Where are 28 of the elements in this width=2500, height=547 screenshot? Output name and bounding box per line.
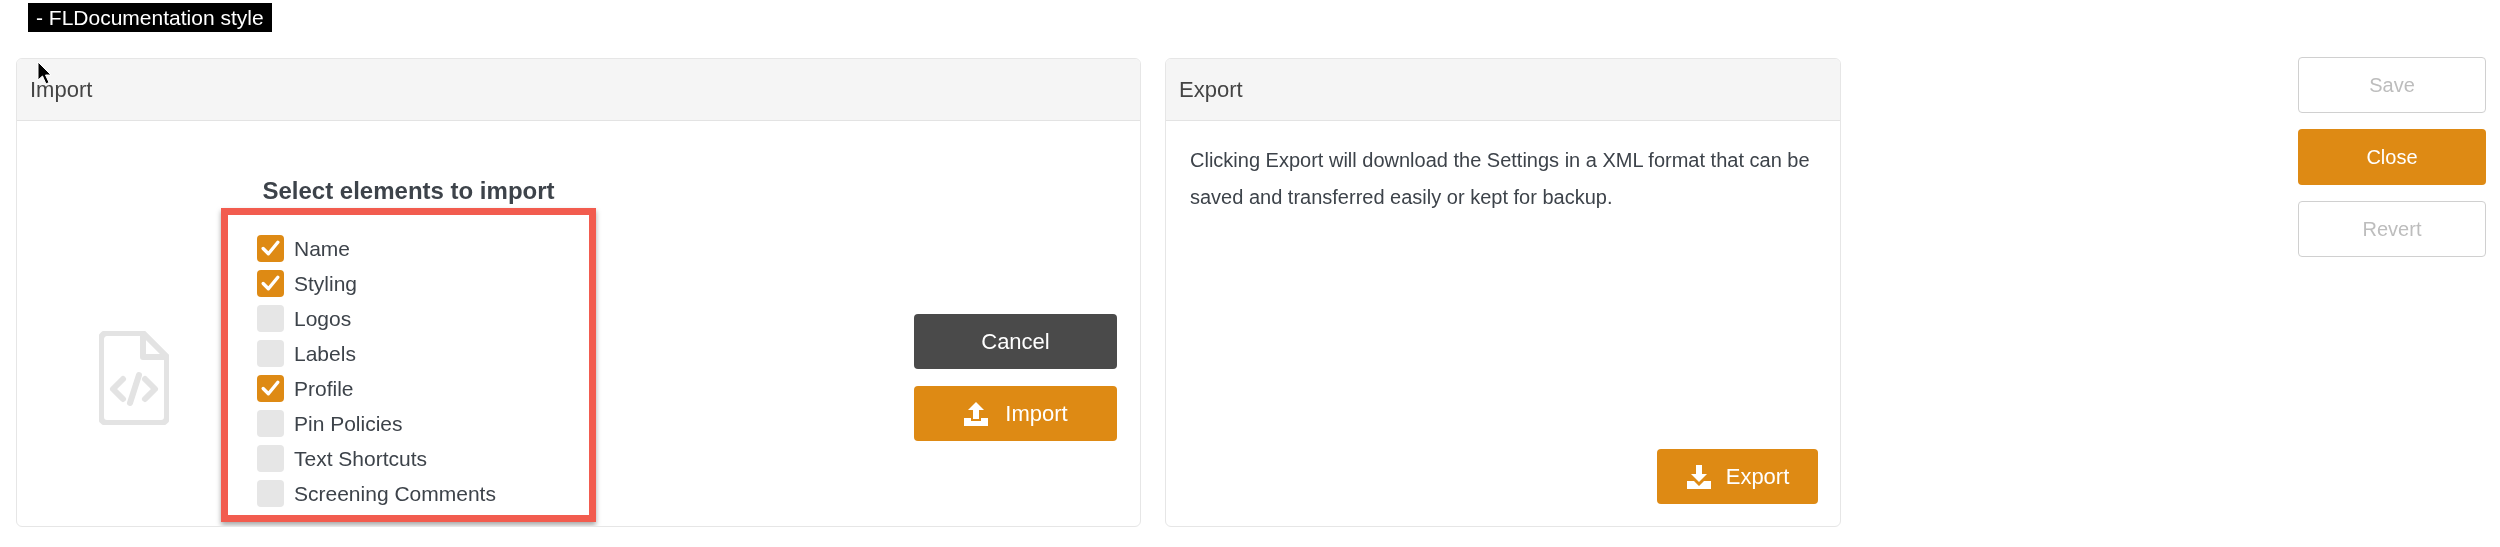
export-button[interactable]: Export [1657,449,1818,504]
checkbox-label: Name [294,235,351,262]
checkbox[interactable] [257,340,284,367]
checkbox-label: Screening Comments [294,480,496,507]
checkbox[interactable] [257,270,284,297]
import-button[interactable]: Import [914,386,1117,441]
checkbox-label: Profile [294,375,354,402]
page-label: - FLDocumentation style [28,3,272,32]
download-icon [1685,463,1712,490]
action-button[interactable]: Close [2298,129,2486,185]
code-file-icon [99,331,169,425]
checkbox-label: Labels [294,340,356,367]
checkbox[interactable] [257,480,284,507]
checkbox[interactable] [257,375,284,402]
checkbox[interactable] [257,305,284,332]
checkbox-label: Text Shortcuts [294,445,428,472]
checkbox-label: Styling [294,270,358,297]
upload-icon [963,400,990,427]
checkbox[interactable] [257,235,284,262]
checkbox-label: Logos [294,305,352,332]
checkbox[interactable] [257,445,284,472]
description-text: Clicking Export will download the Settings in a XML format that can be saved and transferred easily or kept for backup. [1190,148,1810,210]
panel-title: Export [1179,76,1243,104]
checkbox[interactable] [257,410,284,437]
panel-title: Import [30,76,93,104]
cancel-button[interactable]: Cancel [914,314,1117,369]
section-heading: Select elements to import [261,176,556,206]
checkbox-label: Pin Policies [294,410,403,437]
